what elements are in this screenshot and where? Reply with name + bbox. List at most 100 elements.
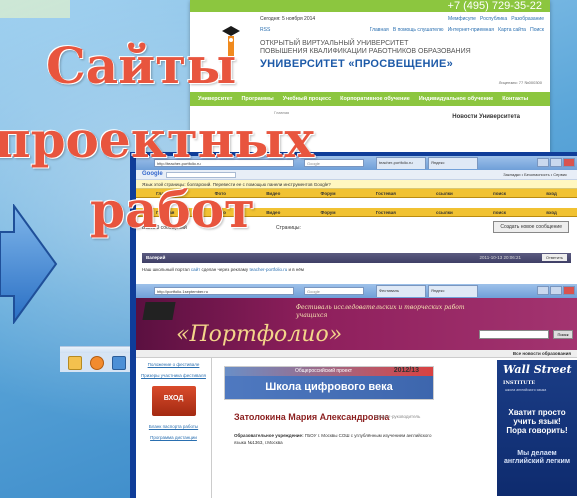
forum-nav-item[interactable]: Форум xyxy=(321,210,336,215)
reply-button[interactable]: Ответить xyxy=(541,254,567,261)
window-controls xyxy=(537,286,575,295)
minimize-icon[interactable] xyxy=(537,158,549,167)
slide-title-line-1: Сайты xyxy=(46,36,237,95)
forum-nav-item[interactable]: ссылки xyxy=(436,210,453,215)
sidebar-link[interactable]: Призеры участника фестиваля xyxy=(140,373,207,378)
media-icon[interactable] xyxy=(90,356,104,370)
news-strip: Все новости образования xyxy=(136,350,577,358)
sub-link-home[interactable]: Главная xyxy=(370,27,389,33)
ad-subbrand: школа английского языка xyxy=(505,388,547,392)
nav-item[interactable]: Индивидуальное обучение xyxy=(419,96,493,102)
window-icon[interactable] xyxy=(68,356,82,370)
login-button[interactable]: ВХОД xyxy=(151,386,196,416)
new-message-button[interactable]: Создать новое сообщение xyxy=(493,221,569,233)
sub-link-search[interactable]: Поиск xyxy=(530,27,544,33)
login-label: ВХОД xyxy=(163,395,184,402)
window-controls xyxy=(537,158,575,167)
google-label: Google xyxy=(142,171,163,177)
institution-info: Образовательное учреждение: ГБОУ г. Моск… xyxy=(234,432,444,446)
author-name: Затолокина Мария Александровна xyxy=(234,412,390,422)
forum-nav-item[interactable]: Видео xyxy=(266,210,280,215)
speaker-icon[interactable] xyxy=(112,356,126,370)
search-input[interactable]: Google xyxy=(304,287,364,295)
news-heading: Новости Университета xyxy=(452,114,520,120)
browser-tab[interactable]: Фестиваль xyxy=(376,285,426,297)
forum-nav-item[interactable]: вход xyxy=(546,191,557,196)
phone-number: +7 (495) 729-35-22 xyxy=(447,0,542,12)
site-search-input[interactable] xyxy=(479,330,549,339)
forum-nav-item[interactable]: поиск xyxy=(493,210,506,215)
ad-slogan: Хватит просто учить язык! Пора говорить! xyxy=(506,408,568,435)
top-link[interactable]: Разобразание xyxy=(511,16,544,22)
google-search-box[interactable] xyxy=(166,172,236,178)
arrow-right-icon xyxy=(0,204,58,324)
close-icon[interactable] xyxy=(563,158,575,167)
university-name: УНИВЕРСИТЕТ «ПРОСВЕЩЕНИЕ» xyxy=(260,58,454,70)
nav-item[interactable]: Университет xyxy=(198,96,232,102)
portfolio-banner: Фестиваль исследовательских и творческих… xyxy=(136,298,577,350)
google-toolbar: Google Закладки • Безопасность • Сервис xyxy=(136,170,577,180)
address-bar[interactable]: http://portfolio.1september.ru xyxy=(154,287,294,295)
portfolio-sidebar: Положение о фестивале Призеры участника … xyxy=(136,358,212,498)
site-date: Сегодня: 5 ноября 2014 xyxy=(260,16,316,22)
university-tagline-1: ОТКРЫТЫЙ ВИРТУАЛЬНЫЙ УНИВЕРСИТЕТ xyxy=(260,40,409,47)
festival-text: Фестиваль исследовательских и творческих… xyxy=(296,304,465,319)
sidebar-link[interactable]: Положение о фестивале xyxy=(140,362,207,367)
post-text: Наш школьный портал сайт сделан через ре… xyxy=(142,267,304,272)
sub-link-sitemap[interactable]: Карта сайта xyxy=(498,27,526,33)
site-sub-links: Главная В помощь слушателю Интернет-прие… xyxy=(370,27,544,33)
university-nav: Университет Программы Учебный процесс Ко… xyxy=(190,92,550,106)
nav-item[interactable]: Программы xyxy=(241,96,273,102)
minimize-icon[interactable] xyxy=(537,286,549,295)
sidebar-link[interactable]: Программа дистанции xyxy=(140,435,207,440)
nav-item[interactable]: Учебный процесс xyxy=(283,96,331,102)
project-caption: Общероссийский проект xyxy=(295,368,352,374)
forum-nav-item[interactable]: ссылки xyxy=(436,191,453,196)
portfolio-browser-window: http://portfolio.1september.ru Google Фе… xyxy=(136,284,577,498)
slide-title-line-3: работ xyxy=(90,180,256,239)
site-search-button[interactable]: Поиск xyxy=(553,330,573,339)
portfolio-title: «Портфолио» xyxy=(176,322,343,347)
forum-nav-item[interactable]: Гостевая xyxy=(376,191,396,196)
browser-titlebar: http://portfolio.1september.ru Google Фе… xyxy=(136,284,577,298)
browser-tab[interactable]: Яндекс xyxy=(428,285,478,297)
all-news-link[interactable]: Все новости образования xyxy=(513,351,571,356)
project-banner-top: Общероссийский проект 2012/13 xyxy=(225,367,433,376)
sidebar-link[interactable]: Бланк паспорта работы xyxy=(140,424,207,429)
forum-nav-item[interactable]: поиск xyxy=(493,191,506,196)
browser-tab[interactable]: Яндекс xyxy=(428,157,478,169)
browser-tab[interactable]: teacher-portfolio.ru xyxy=(376,157,426,169)
close-icon[interactable] xyxy=(563,286,575,295)
post-link[interactable]: teacher-portfolio.ru xyxy=(249,267,287,272)
pages-label: Страницы: xyxy=(276,225,301,231)
slide-title-line-2: проектных xyxy=(0,110,315,169)
university-topbar: +7 (495) 729-35-22 xyxy=(190,0,550,12)
toolbar-items[interactable]: Закладки • Безопасность • Сервис xyxy=(503,172,567,177)
forum-nav-item[interactable]: Видео xyxy=(266,191,280,196)
forum-nav-item[interactable]: Гостевая xyxy=(376,210,396,215)
maximize-icon[interactable] xyxy=(550,158,562,167)
top-link[interactable]: Роспублика xyxy=(480,16,507,22)
window-fragment xyxy=(0,0,70,18)
post-link[interactable]: сайт xyxy=(191,267,200,272)
ad-brand: Wall Street INSTITUTE xyxy=(503,364,572,389)
license-text: Лицензия: 77 №000300 xyxy=(498,80,542,85)
maximize-icon[interactable] xyxy=(550,286,562,295)
forum-nav-item[interactable]: Форум xyxy=(321,191,336,196)
nav-item[interactable]: Корпоративное обучение xyxy=(340,96,410,102)
rss-link[interactable]: RSS xyxy=(260,27,270,33)
forum-nav-item[interactable]: вход xyxy=(546,210,557,215)
author-role: Педагог-руководитель xyxy=(374,414,421,419)
wall-street-ad[interactable]: Wall Street INSTITUTE школа английского я… xyxy=(497,360,577,496)
post-text-part: Наш школьный портал xyxy=(142,267,190,272)
post-author: Валерий xyxy=(146,255,166,260)
top-link[interactable]: Мемфисупе xyxy=(448,16,476,22)
sub-link-reception[interactable]: Интернет-приемная xyxy=(448,27,494,33)
post-header: Валерий 2011-10-13 20:06:21 Ответить xyxy=(142,253,571,263)
site-top-links: Мемфисупе Роспублика Разобразание xyxy=(448,16,544,22)
sub-link-help[interactable]: В помощь слушателю xyxy=(393,27,444,33)
nav-item[interactable]: Контакты xyxy=(502,96,528,102)
institution-label: Образовательное учреждение: xyxy=(234,433,304,438)
project-banner[interactable]: Общероссийский проект 2012/13 Школа цифр… xyxy=(224,366,434,400)
university-tagline-2: ПОВЫШЕНИЯ КВАЛИФИКАЦИИ РАБОТНИКОВ ОБРАЗО… xyxy=(260,48,471,55)
